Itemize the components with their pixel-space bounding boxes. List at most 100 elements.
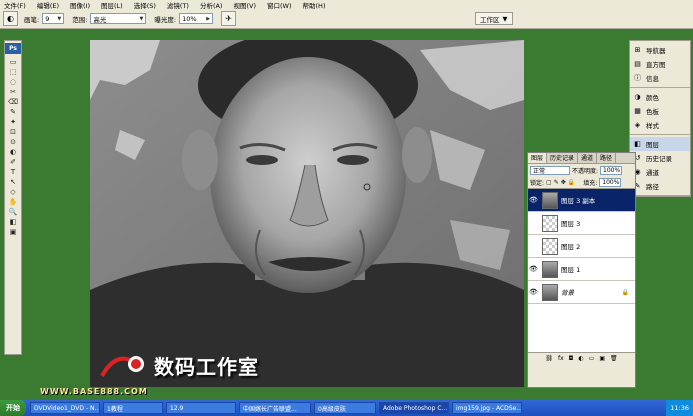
chevron-down-icon: ▼: [139, 15, 144, 22]
dock-item-label: 导航器: [646, 47, 666, 55]
dock-item-label: 样式: [646, 122, 659, 130]
tab-history[interactable]: 历史记录: [547, 153, 579, 163]
dock-item-label: 颜色: [646, 94, 659, 102]
dock-item-layers[interactable]: ◧ 图层: [630, 137, 690, 151]
stamp-tool-icon[interactable]: ✦: [7, 117, 19, 127]
fx-icon[interactable]: fx: [558, 355, 564, 362]
layers-icon: ◧: [634, 140, 641, 148]
document-canvas[interactable]: 数码工作室: [90, 40, 524, 387]
layer-row[interactable]: 图层 2: [528, 235, 635, 258]
watermark-url: WWW.BASE888.COM: [40, 387, 148, 396]
dock-item-styles[interactable]: ◈ 样式: [630, 118, 690, 132]
path-select-icon[interactable]: ↖: [7, 177, 19, 187]
exposure-input[interactable]: 10% ▶: [179, 13, 214, 24]
folder-icon[interactable]: ▭: [589, 355, 595, 362]
shape-tool-icon[interactable]: ◇: [7, 187, 19, 197]
pen-tool-icon[interactable]: ✐: [7, 157, 19, 167]
taskbar-item[interactable]: img159.jpg - ACDSe...: [452, 402, 522, 414]
dock-group-color: ◑ 颜色 ▦ 色板 ◈ 样式: [630, 88, 690, 135]
brush-tool-icon[interactable]: ✎: [7, 107, 19, 117]
layer-row[interactable]: 👁 图层 3 副本: [528, 189, 635, 212]
mask-icon[interactable]: ◘: [569, 355, 574, 362]
brush-size: 9: [45, 14, 50, 23]
brush-label: 画笔:: [24, 15, 40, 24]
crop-tool-icon[interactable]: ✂: [7, 87, 19, 97]
watermark-logo-icon: [100, 350, 148, 380]
fill-input[interactable]: 100%: [599, 178, 622, 187]
dock-item-navigator[interactable]: ⊞ 导航器: [630, 43, 690, 57]
fill-label: 填充:: [583, 180, 598, 187]
lock-all-icon[interactable]: 🔒: [568, 179, 575, 186]
dock-item-history[interactable]: ↺ 历史记录: [630, 151, 690, 165]
link-icon[interactable]: ⛓: [545, 355, 553, 362]
dodge-tool-preset-icon[interactable]: ◐: [3, 11, 18, 26]
blend-mode-select[interactable]: 正常: [530, 166, 570, 175]
eye-icon[interactable]: 👁: [528, 288, 539, 296]
new-layer-icon[interactable]: ▣: [599, 355, 605, 362]
color-icon: ◑: [634, 93, 641, 101]
layer-row[interactable]: 图层 3: [528, 212, 635, 235]
watermark: 数码工作室: [100, 350, 259, 380]
menu-bar: 文件(F) 编辑(E) 图像(I) 图层(L) 选择(S) 滤镜(T) 分析(A…: [0, 0, 693, 10]
taskbar-item[interactable]: Adobe Photoshop C...: [379, 402, 449, 414]
eye-icon[interactable]: 👁: [528, 196, 539, 204]
zoom-tool-icon[interactable]: 🔍: [7, 207, 19, 217]
dock-item-label: 路径: [646, 183, 659, 191]
lasso-tool-icon[interactable]: ◌: [7, 77, 19, 87]
toolbox: Ps ▭ ⬚ ◌ ✂ ⌫ ✎ ✦ ⊡ ⊙ ◐ ✐ T ↖ ◇ ✋ 🔍 ◧ ▣: [4, 40, 22, 355]
eraser-tool-icon[interactable]: ⊙: [7, 137, 19, 147]
trash-icon[interactable]: 🗑: [610, 355, 618, 362]
opacity-value: 100%: [603, 167, 621, 174]
layer-name: 图层 2: [561, 243, 581, 251]
airbrush-icon[interactable]: ✈: [221, 11, 237, 26]
brush-picker[interactable]: 9 ▼: [42, 13, 65, 24]
dock-item-paths[interactable]: ✎ 路径: [630, 179, 690, 193]
workspace-button[interactable]: 工作区 ▼: [475, 12, 513, 25]
dock-item-color[interactable]: ◑ 颜色: [630, 90, 690, 104]
styles-icon: ◈: [634, 121, 641, 129]
dock-item-label: 通道: [646, 169, 659, 177]
dock-item-label: 色板: [646, 108, 659, 116]
hand-tool-icon[interactable]: ✋: [7, 197, 19, 207]
dock-item-info[interactable]: ⓘ 信息: [630, 71, 690, 85]
lock-move-icon[interactable]: ✥: [561, 179, 566, 186]
layer-row[interactable]: 👁 图层 1: [528, 258, 635, 281]
taskbar-item[interactable]: 12.9: [166, 402, 236, 414]
dock-item-label: 信息: [646, 75, 659, 83]
range-select[interactable]: 高光 ▼: [90, 13, 147, 24]
type-tool-icon[interactable]: T: [7, 167, 19, 177]
dock-item-channels[interactable]: ◉ 通道: [630, 165, 690, 179]
color-swatch-icon[interactable]: ◧: [7, 217, 19, 227]
marquee-tool-icon[interactable]: ▭: [7, 57, 19, 67]
opacity-input[interactable]: 100%: [600, 166, 623, 175]
tab-layers[interactable]: 图层: [528, 153, 548, 163]
taskbar-item[interactable]: 0高级皮肤: [314, 402, 376, 414]
layer-row[interactable]: 👁 背景 🔒: [528, 281, 635, 304]
move-tool-icon[interactable]: ⬚: [7, 67, 19, 77]
taskbar-item[interactable]: 中国嫁长广告联盟...: [239, 402, 311, 414]
history-brush-icon[interactable]: ⊡: [7, 127, 19, 137]
lock-brush-icon[interactable]: ✎: [554, 179, 559, 186]
blend-mode-value: 正常: [533, 168, 546, 175]
lock-transparency-icon[interactable]: ▢: [546, 179, 552, 186]
dock-item-swatches[interactable]: ▦ 色板: [630, 104, 690, 118]
dodge-tool-icon[interactable]: ◐: [7, 147, 19, 157]
ps-logo: Ps: [5, 43, 21, 54]
tab-channels[interactable]: 通道: [578, 153, 598, 163]
start-label: 开始: [6, 404, 20, 412]
start-button[interactable]: 开始: [0, 400, 26, 416]
fill-value: 100%: [602, 179, 620, 186]
layer-thumbnail: [542, 260, 558, 278]
adjustment-icon[interactable]: ◐: [578, 355, 583, 362]
eye-icon[interactable]: 👁: [528, 265, 539, 273]
taskbar-item[interactable]: DVDVideo1_DVD - N...: [30, 402, 100, 414]
dock-item-histogram[interactable]: ▤ 直方图: [630, 57, 690, 71]
tab-paths[interactable]: 路径: [597, 153, 617, 163]
healing-tool-icon[interactable]: ⌫: [7, 97, 19, 107]
quick-mask-icon[interactable]: ▣: [7, 227, 19, 237]
layer-thumbnail: [542, 237, 558, 255]
navigator-icon: ⊞: [634, 46, 641, 54]
taskbar-item[interactable]: 1教程: [103, 402, 163, 414]
photoshop-window: 文件(F) 编辑(E) 图像(I) 图层(L) 选择(S) 滤镜(T) 分析(A…: [0, 0, 693, 416]
dock-group-layers: ◧ 图层 ↺ 历史记录 ◉ 通道 ✎ 路径: [630, 135, 690, 196]
